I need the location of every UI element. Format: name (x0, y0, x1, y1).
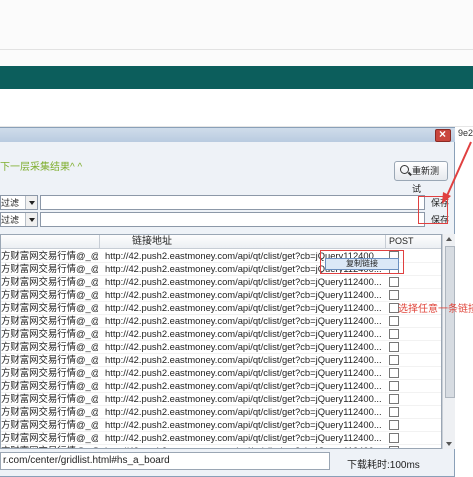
post-checkbox[interactable] (389, 381, 399, 391)
chevron-down-icon[interactable] (25, 196, 37, 209)
post-checkbox[interactable] (389, 446, 399, 448)
table-row[interactable]: 方财富网交易行情@_@... http://42.push2.eastmoney.… (1, 418, 441, 432)
post-checkbox[interactable] (389, 433, 399, 443)
site-nav-bar (0, 66, 473, 89)
filter-input[interactable] (40, 212, 425, 227)
post-checkbox[interactable] (389, 290, 399, 300)
table-row[interactable]: 方财富网交易行情@_@7 http://42.push2.eastmoney.co… (1, 327, 441, 341)
post-checkbox[interactable] (389, 394, 399, 404)
row-name: 方财富网交易行情@_@... (1, 419, 98, 430)
column-separator[interactable] (99, 235, 100, 248)
post-checkbox[interactable] (389, 342, 399, 352)
row-url: http://42.push2.eastmoney.com/api/qt/cli… (105, 406, 382, 417)
row-name: 方财富网交易行情@_@6 (1, 315, 98, 326)
background-text-fragment: 9e2 (458, 128, 473, 138)
table-row[interactable]: 方财富网交易行情@_@... http://42.push2.eastmoney.… (1, 379, 441, 393)
post-checkbox[interactable] (389, 316, 399, 326)
table-row[interactable]: 方财富网交易行情@_@... http://42.push2.eastmoney.… (1, 366, 441, 380)
filter-row-2: 过滤 保存 (0, 212, 473, 228)
post-checkbox[interactable] (389, 355, 399, 365)
row-name: 方财富网交易行情@_@... (1, 444, 98, 448)
row-name: 方财富网交易行情@_@2 (1, 263, 98, 274)
row-url: http://42.push2.eastmoney.com/api/qt/cli… (105, 419, 382, 430)
row-url: http://42.push2.eastmoney.com/api/qt/cli… (105, 302, 382, 313)
column-header-post[interactable]: POST (389, 235, 414, 248)
post-checkbox[interactable] (389, 420, 399, 430)
scroll-down-icon[interactable] (446, 442, 452, 446)
filter-input[interactable] (40, 195, 425, 210)
row-url: http://42.push2.eastmoney.com/api/qt/cli… (105, 367, 382, 378)
annotation-arrow (442, 141, 472, 204)
table-row[interactable]: 方财富网交易行情@_@4 http://42.push2.eastmoney.co… (1, 288, 441, 302)
table-row[interactable]: 方财富网交易行情@_@6 http://42.push2.eastmoney.co… (1, 314, 441, 328)
search-icon (400, 165, 409, 174)
scroll-up-icon[interactable] (446, 237, 452, 241)
filter-combo[interactable]: 过滤 (0, 212, 38, 227)
filter-combo[interactable]: 过滤 (0, 195, 38, 210)
row-url: http://42.push2.eastmoney.com/api/qt/cli… (105, 315, 382, 326)
row-name: 方财富网交易行情@_@8 (1, 341, 98, 352)
filter-row-1: 过滤 保存 (0, 195, 473, 211)
table-row[interactable]: 方财富网交易行情@_@... http://42.push2.eastmoney.… (1, 405, 441, 419)
chevron-down-icon[interactable] (25, 213, 37, 226)
row-name: 方财富网交易行情@_@... (1, 393, 98, 404)
context-menu-copy-link[interactable]: 复制链接 (325, 258, 399, 270)
column-separator[interactable] (385, 235, 386, 248)
vertical-scrollbar[interactable] (442, 234, 455, 449)
column-header-url[interactable]: 链接地址 (132, 235, 172, 248)
row-url: http://42.push2.eastmoney.com/api/qt/cli… (105, 328, 382, 339)
post-checkbox[interactable] (389, 277, 399, 287)
row-url: http://42.push2.eastmoney.com/api/qt/cli… (105, 393, 382, 404)
row-name: 方财富网交易行情@_@7 (1, 328, 98, 339)
row-name: 方财富网交易行情@_@... (1, 432, 98, 443)
table-row[interactable]: 方财富网交易行情@_@... http://42.push2.eastmoney.… (1, 392, 441, 406)
row-name: 方财富网交易行情@_@3 (1, 276, 98, 287)
row-name: 方财富网交易行情@_@9 (1, 354, 98, 365)
post-checkbox[interactable] (389, 329, 399, 339)
row-url: http://42.push2.eastmoney.com/api/qt/cli… (105, 380, 382, 391)
post-checkbox[interactable] (389, 368, 399, 378)
row-name: 方财富网交易行情@_@... (1, 406, 98, 417)
table-row[interactable]: 方财富网交易行情@_@... http://42.push2.eastmoney.… (1, 444, 441, 448)
row-url: http://42.push2.eastmoney.com/api/qt/cli… (105, 432, 382, 443)
table-row[interactable]: 方财富网交易行情@_@8 http://42.push2.eastmoney.co… (1, 340, 441, 354)
table-header: 链接地址 POST (1, 235, 441, 249)
row-name: 方财富网交易行情@_@4 (1, 289, 98, 300)
annotation-text: 选择任意一条链接 (398, 304, 473, 315)
table-row[interactable]: 方财富网交易行情@_@3 http://42.push2.eastmoney.co… (1, 275, 441, 289)
scroll-thumb[interactable] (445, 246, 455, 398)
post-checkbox[interactable] (389, 407, 399, 417)
row-url: http://42.push2.eastmoney.com/api/qt/cli… (105, 289, 382, 300)
row-name: 方财富网交易行情@_@... (1, 380, 98, 391)
row-name: 方财富网交易行情@_@5 (1, 302, 98, 313)
url-status-field[interactable]: r.com/center/gridlist.html#hs_a_board (0, 452, 330, 470)
table-row[interactable]: 方财富网交易行情@_@5 http://42.push2.eastmoney.co… (1, 301, 441, 315)
row-url: http://42.push2.eastmoney.com/api/qt/cli… (105, 276, 382, 287)
table-row[interactable]: 方财富网交易行情@_@... http://42.push2.eastmoney.… (1, 431, 441, 445)
table-row[interactable]: 方财富网交易行情@_@9 http://42.push2.eastmoney.co… (1, 353, 441, 367)
page-content-area (0, 89, 473, 127)
hint-text: 下一层采集结果^ ^ (0, 162, 83, 173)
row-url: http://42.push2.eastmoney.com/api/qt/cli… (105, 341, 382, 352)
row-url: http://42.push2.eastmoney.com/api/qt/cli… (105, 444, 385, 448)
row-name: 方财富网交易行情@_@... (1, 367, 98, 378)
row-name: 方财富网交易行情@_@1 (1, 250, 98, 261)
download-time-label: 下载耗时:100ms (347, 460, 420, 471)
divider (0, 49, 473, 50)
window-titlebar (0, 128, 455, 142)
row-url: http://42.push2.eastmoney.com/api/qt/cli… (105, 354, 382, 365)
browser-top-area (0, 0, 473, 66)
